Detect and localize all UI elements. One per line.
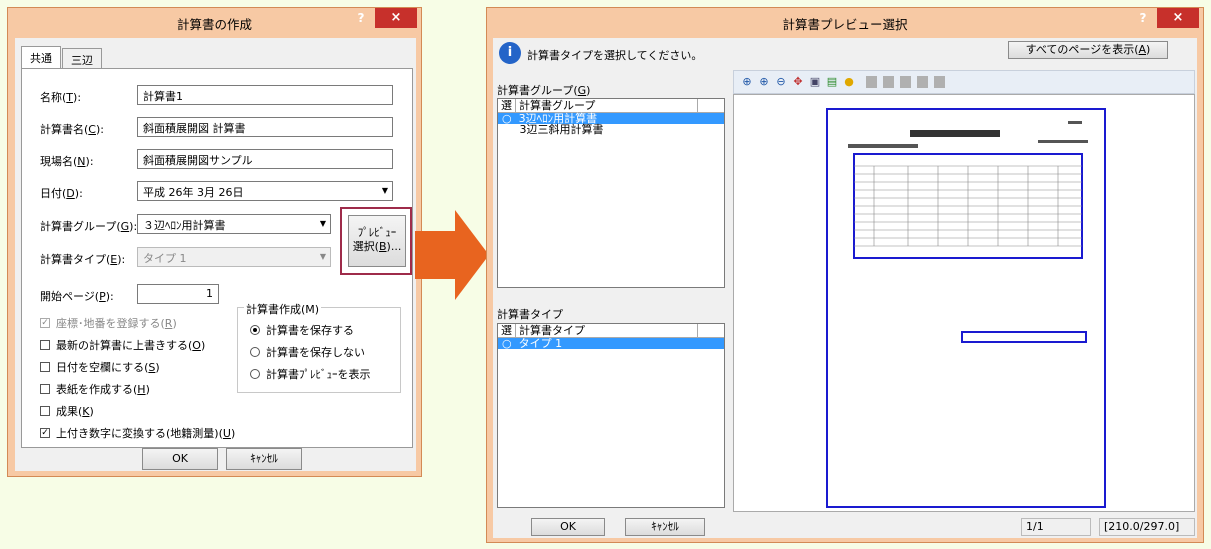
type-value: タイプ 1 [143, 252, 187, 265]
check-cover[interactable]: 表紙を作成する(H) [40, 381, 150, 397]
first-page-icon [866, 76, 877, 88]
radio-preview[interactable]: 計算書ﾌﾟﾚﾋﾞｭｰを表示 [250, 366, 371, 382]
prev-page-icon [883, 76, 894, 88]
check-superscript[interactable]: ✓ 上付き数字に変換する(地籍測量)(U) [40, 425, 235, 441]
type-list[interactable]: 選計算書タイプ ○ タイプ 1 [497, 323, 725, 508]
preview-page [826, 108, 1106, 508]
tab-panel: 名称(T): 計算書1 計算書名(C): 斜面積展開図 計算書 現場名(N): … [21, 68, 413, 448]
check-register-coords[interactable]: ✓ 座標･地番を登録する(R) [40, 315, 177, 331]
show-all-pages-button[interactable]: すべてのページを表示(A) [1008, 41, 1168, 59]
preview-button-line1: ﾌﾟﾚﾋﾞｭｰ [357, 226, 397, 239]
group-select[interactable]: ３辺ﾍﾛﾝ用計算書 ▼ [137, 214, 331, 234]
ok-button[interactable]: OK [531, 518, 605, 536]
zoom-in-icon[interactable]: ⊕ [740, 75, 754, 89]
col-select: 選 [498, 324, 516, 337]
date-value: 平成 26年 3月 26日 [143, 186, 244, 199]
ok-button[interactable]: OK [142, 448, 218, 470]
chevron-down-icon[interactable]: ▼ [316, 215, 330, 233]
start-page-field[interactable]: 1 [137, 284, 219, 304]
cancel-button[interactable]: ｷｬﾝｾﾙ [226, 448, 302, 470]
preview-button-line2: 選択(B)... [352, 240, 402, 253]
list-item[interactable]: 3辺三斜用計算書 [498, 124, 724, 135]
name-label: 名称(T): [40, 91, 82, 104]
check-overwrite[interactable]: 最新の計算書に上書きする(O) [40, 337, 205, 353]
col-type: 計算書タイプ [516, 324, 698, 337]
fit-page-icon[interactable]: ▣ [808, 75, 822, 89]
check-blank-date[interactable]: 日付を空欄にする(S) [40, 359, 160, 375]
group-list-header: 選計算書グループ [498, 99, 724, 113]
info-text: 計算書タイプを選択してください。 [527, 49, 703, 62]
radio-button[interactable] [250, 325, 260, 335]
export-icon[interactable]: ▤ [825, 75, 839, 89]
zoom-fit-icon[interactable]: ⊕ [757, 75, 771, 89]
right-dialog-title: 計算書プレビュー選択 [487, 8, 1203, 38]
window-title: 計算書プレビュー選択 [782, 16, 908, 32]
group-label: 計算書グループ(G): [40, 220, 138, 233]
zoom-out-icon[interactable]: ⊖ [774, 75, 788, 89]
close-button[interactable]: × [375, 8, 417, 28]
right-title-buttons: ? × [1129, 8, 1199, 28]
help-button[interactable]: ? [1129, 8, 1157, 28]
type-label: 計算書タイプ(E): [40, 253, 126, 266]
preview-select-button[interactable]: ﾌﾟﾚﾋﾞｭｰ 選択(B)... [348, 215, 406, 267]
col-group: 計算書グループ [516, 99, 698, 112]
docname-label: 計算書名(C): [40, 123, 104, 136]
pages-icon [934, 76, 945, 88]
group-list[interactable]: 選計算書グループ ○ 3辺ﾍﾛﾝ用計算書 3辺三斜用計算書 [497, 98, 725, 288]
pan-icon[interactable]: ✥ [791, 75, 805, 89]
radio-button[interactable] [250, 347, 260, 357]
checkbox[interactable]: ✓ [40, 428, 50, 438]
left-title-buttons: ? × [347, 8, 417, 28]
group-value: ３辺ﾍﾛﾝ用計算書 [143, 219, 226, 232]
tab-three-sides[interactable]: 三辺 [62, 48, 102, 68]
bulb-icon[interactable]: ● [842, 75, 856, 89]
checkbox[interactable] [40, 362, 50, 372]
left-dialog: 計算書の作成 ? × 共通 三辺 名称(T): 計算書1 計算書名(C): 斜面… [7, 7, 422, 477]
last-page-icon [917, 76, 928, 88]
group-label: 計算書グループ(G) [497, 84, 591, 97]
close-button[interactable]: × [1157, 8, 1199, 28]
left-client: 共通 三辺 名称(T): 計算書1 計算書名(C): 斜面積展開図 計算書 現場… [15, 38, 416, 471]
radio-save[interactable]: 計算書を保存する [250, 322, 354, 338]
date-picker[interactable]: 平成 26年 3月 26日 ▼ [137, 181, 393, 201]
window-title: 計算書の作成 [176, 16, 252, 32]
checkbox[interactable] [40, 340, 50, 350]
preview-toolbar: ⊕ ⊕ ⊖ ✥ ▣ ▤ ● [733, 70, 1195, 94]
col-select: 選 [498, 99, 516, 112]
site-label: 現場名(N): [40, 155, 94, 168]
checkbox[interactable] [40, 406, 50, 416]
next-page-icon [900, 76, 911, 88]
type-select: タイプ 1 ▼ [137, 247, 331, 267]
site-field[interactable]: 斜面積展開図サンプル [137, 149, 393, 169]
tab-bar: 共通 三辺 [21, 46, 103, 68]
name-field[interactable]: 計算書1 [137, 85, 393, 105]
help-button[interactable]: ? [347, 8, 375, 28]
tab-common[interactable]: 共通 [21, 46, 61, 68]
type-label: 計算書タイプ [497, 308, 563, 321]
chevron-down-icon: ▼ [319, 252, 327, 261]
type-list-header: 選計算書タイプ [498, 324, 724, 338]
info-icon: i [499, 42, 521, 64]
page-thumbnail [848, 121, 1088, 343]
chevron-down-icon[interactable]: ▼ [378, 182, 392, 200]
check-result[interactable]: 成果(K) [40, 403, 94, 419]
radio-no-save[interactable]: 計算書を保存しない [250, 344, 365, 360]
page-counter: 1/1 [1021, 518, 1091, 536]
paper-size: [210.0/297.0] [1099, 518, 1195, 536]
docname-field[interactable]: 斜面積展開図 計算書 [137, 117, 393, 137]
start-label: 開始ページ(P): [40, 290, 114, 303]
checkbox[interactable] [40, 384, 50, 394]
checkbox[interactable]: ✓ [40, 318, 50, 328]
arrow-right-icon-head [455, 210, 489, 300]
date-label: 日付(D): [40, 187, 83, 200]
radio-button[interactable] [250, 369, 260, 379]
cancel-button[interactable]: ｷｬﾝｾﾙ [625, 518, 705, 536]
arrow-right-icon [415, 231, 455, 279]
list-item[interactable]: ○ タイプ 1 [498, 338, 724, 349]
create-groupbox: 計算書作成(M) 計算書を保存する 計算書を保存しない 計算書ﾌﾟﾚﾋﾞｭｰを表… [237, 301, 401, 393]
create-group-title: 計算書作成(M) [244, 301, 322, 317]
